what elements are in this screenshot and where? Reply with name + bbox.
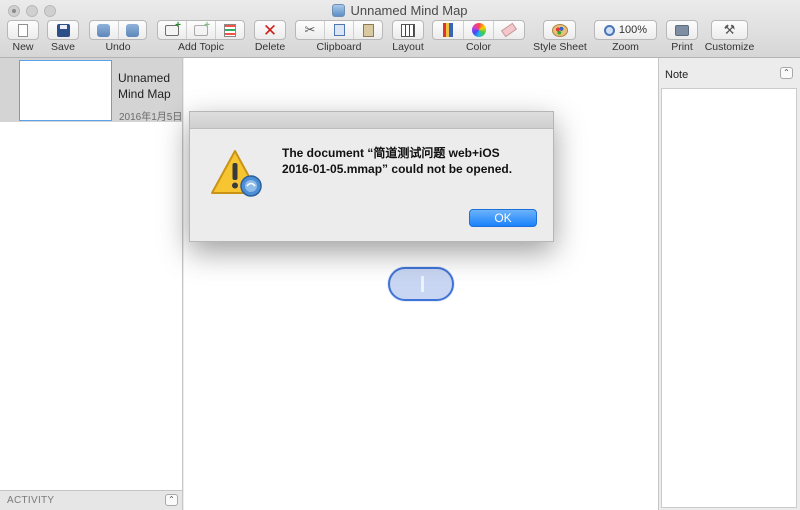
sheet-list-item[interactable]: Unnamed Mind Map 2016年1月5日: [0, 58, 183, 123]
activity-label: ACTIVITY: [7, 495, 55, 506]
list-icon: [224, 23, 236, 37]
palette-icon: [551, 23, 568, 37]
zoom-button[interactable]: 100%: [594, 20, 657, 40]
chevron-up-icon: ⌃: [783, 68, 790, 77]
new-label: New: [12, 41, 34, 53]
color-wheel-button[interactable]: [464, 21, 495, 39]
style-sheet-button[interactable]: [543, 20, 576, 40]
add-topic-button[interactable]: [158, 20, 187, 39]
sheet-thumbnail: [19, 60, 112, 121]
redo-button[interactable]: [119, 21, 147, 39]
delete-x-icon: ✕: [262, 20, 278, 40]
undo-label: Undo: [105, 41, 131, 53]
customize-button[interactable]: ⚒: [711, 20, 748, 40]
paste-icon: [362, 23, 374, 37]
layout-button[interactable]: [392, 20, 424, 40]
print-button[interactable]: [666, 20, 698, 40]
dialog-message: The document “简道测试问题 web+iOS 2016-01-05.…: [282, 146, 513, 176]
customize-label: Customize: [704, 41, 755, 53]
zoom-level: 100%: [618, 24, 648, 36]
color-group: [432, 20, 525, 40]
layout-label: Layout: [392, 41, 424, 53]
ok-button[interactable]: OK: [469, 209, 537, 227]
color-sheet-button[interactable]: [433, 21, 464, 39]
note-header: Note ⌃: [659, 58, 800, 88]
color-book-icon: [442, 23, 453, 37]
activity-bar: ACTIVITY ⌃: [0, 490, 182, 510]
add-topic-group: [157, 20, 245, 40]
sheet-date: 2016年1月5日: [119, 112, 183, 123]
sheets-sidebar: Unnamed Mind Map 2016年1月5日 ACTIVITY ⌃: [0, 58, 183, 510]
add-subtopic-button[interactable]: [187, 20, 216, 39]
magnifier-icon: [603, 24, 615, 36]
zoom-label: Zoom: [612, 41, 639, 53]
clipboard-group: ✂: [295, 20, 383, 40]
style-sheet-label: Style Sheet: [533, 41, 587, 53]
paste-button[interactable]: [354, 21, 382, 39]
copy-button[interactable]: [325, 21, 354, 39]
add-topic-icon: [165, 20, 181, 36]
note-title: Note: [665, 69, 689, 81]
warning-icon: [211, 150, 262, 197]
add-list-topic-button[interactable]: [216, 21, 244, 39]
tools-icon: ⚒: [723, 22, 736, 37]
error-alert-dialog: The document “简道测试问题 web+iOS 2016-01-05.…: [189, 111, 554, 242]
add-subtopic-icon: [194, 20, 210, 36]
delete-button[interactable]: ✕: [254, 20, 286, 40]
eraser-icon: [501, 22, 518, 38]
delete-label: Delete: [254, 41, 286, 53]
color-label: Color: [465, 41, 492, 53]
undo-icon: [97, 23, 111, 37]
undo-button[interactable]: [90, 21, 119, 39]
save-button[interactable]: [47, 20, 79, 40]
note-text-area[interactable]: [661, 88, 797, 508]
note-collapse-button[interactable]: ⌃: [780, 67, 793, 79]
new-button[interactable]: [7, 20, 39, 40]
color-wheel-icon: [471, 23, 486, 37]
new-document-icon: [18, 23, 28, 37]
add-topic-label: Add Topic: [178, 41, 224, 53]
document-icon: [332, 4, 346, 17]
chevron-up-icon: ⌃: [168, 495, 175, 504]
dialog-title-bar: [190, 112, 553, 129]
undo-redo-group: [89, 20, 147, 40]
window-toolbar: Unnamed Mind Map New Save Undo Add Topic…: [0, 0, 800, 58]
activity-toggle-button[interactable]: ⌃: [165, 494, 178, 506]
redo-icon: [125, 23, 139, 37]
window-title-text: Unnamed Mind Map: [350, 3, 468, 18]
printer-icon: [675, 24, 689, 36]
save-label: Save: [51, 41, 75, 53]
sheet-name: Unnamed Mind Map: [118, 71, 171, 101]
note-panel: Note ⌃: [658, 58, 800, 510]
clipboard-label: Clipboard: [316, 41, 362, 53]
floppy-disk-icon: [56, 23, 70, 37]
clear-format-button[interactable]: [494, 21, 524, 39]
central-topic[interactable]: [388, 267, 454, 301]
print-label: Print: [671, 41, 693, 53]
window-title: Unnamed Mind Map: [0, 3, 800, 18]
copy-icon: [333, 24, 345, 36]
layout-icon: [401, 23, 415, 37]
scissors-icon: ✂: [304, 22, 316, 37]
cut-button[interactable]: ✂: [296, 21, 325, 39]
